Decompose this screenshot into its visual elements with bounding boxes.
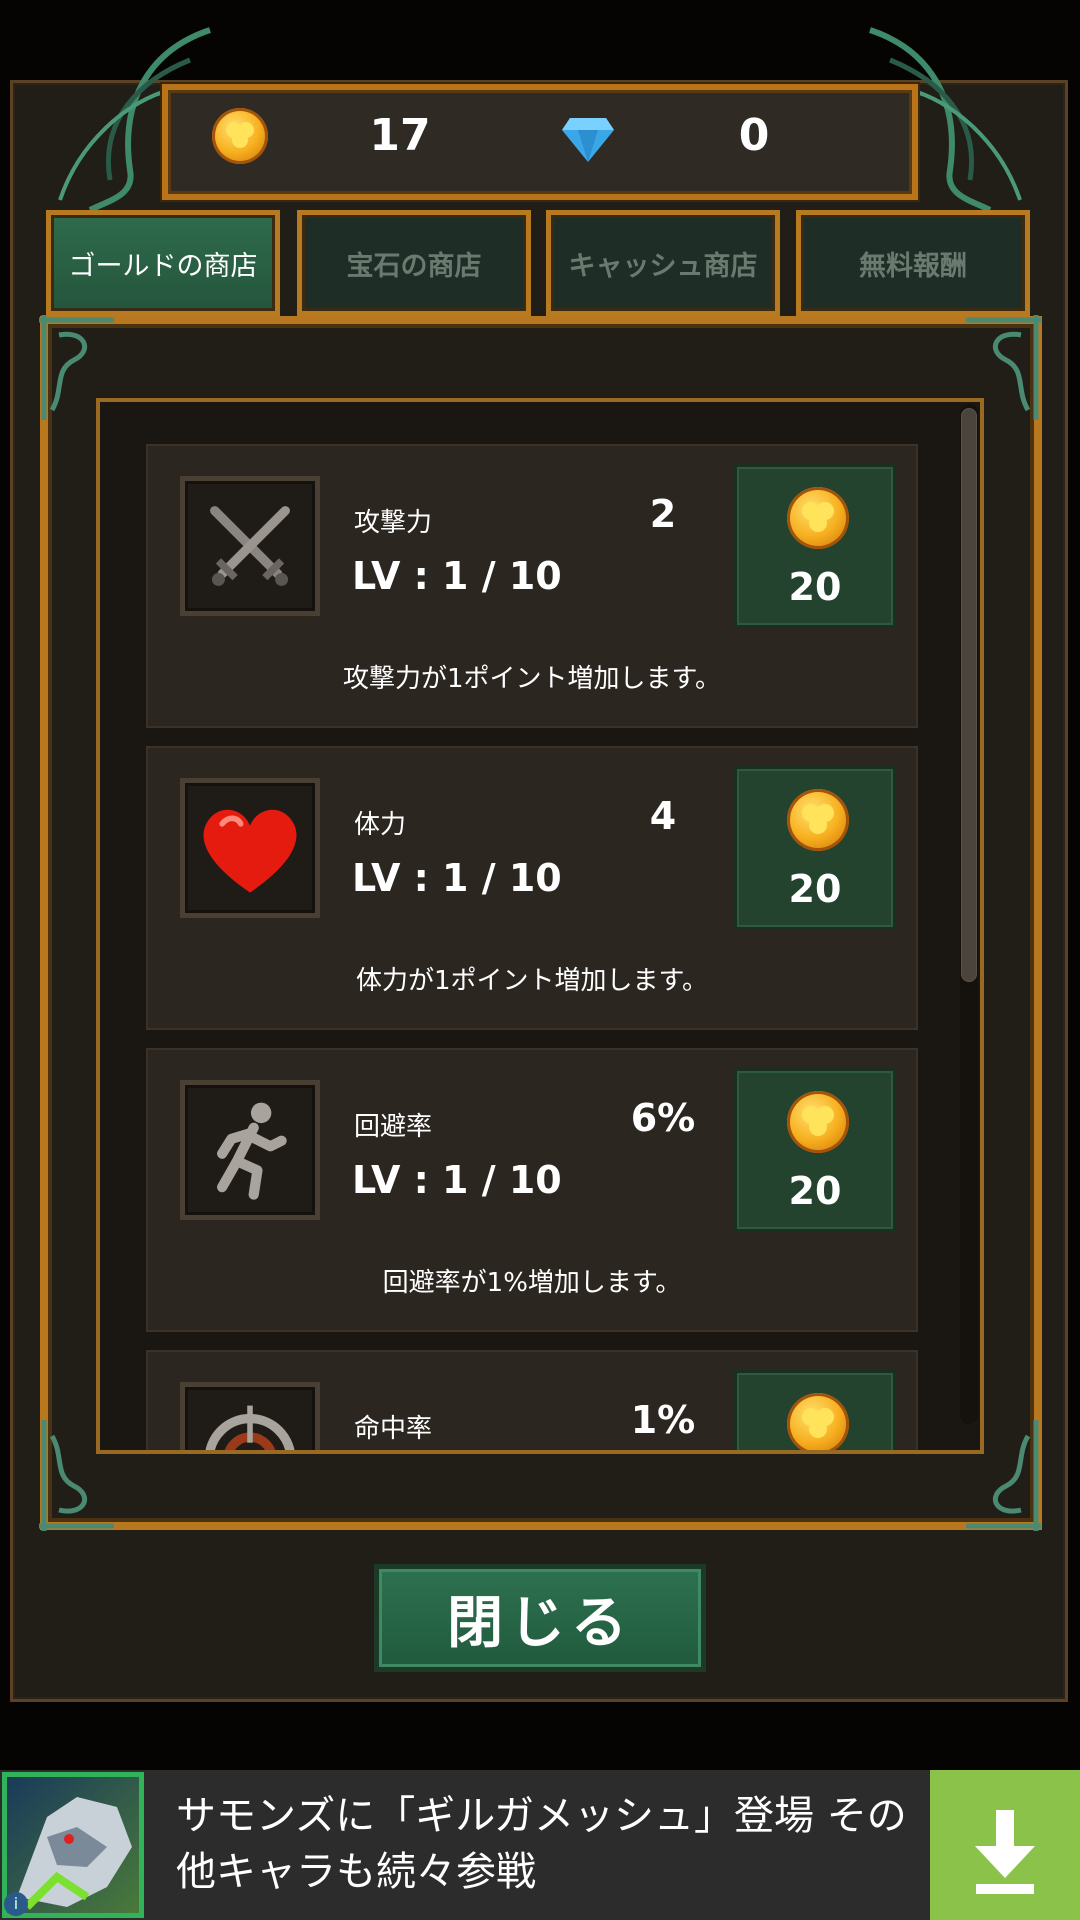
gold-amount: 17 <box>369 110 431 161</box>
item-level: LV : 1 / 10 <box>352 554 562 598</box>
crossed-swords-icon <box>180 476 320 616</box>
tab-free-rewards[interactable]: 無料報酬 <box>796 210 1030 316</box>
item-value: 4 <box>649 794 677 838</box>
item-value: 2 <box>649 492 677 536</box>
info-icon[interactable]: i <box>4 1892 28 1916</box>
tab-gem-shop[interactable]: 宝石の商店 <box>297 210 531 316</box>
diamond-icon <box>562 118 614 162</box>
tab-cash-shop[interactable]: キャッシュ商店 <box>546 210 780 316</box>
target-icon <box>180 1382 320 1450</box>
item-value: 6% <box>630 1096 696 1140</box>
buy-button-attack[interactable]: 20 <box>734 464 896 628</box>
gold-coin-icon <box>787 1091 849 1153</box>
item-name: 命中率 <box>354 1414 433 1444</box>
item-description: 攻撃力が1ポイント増加します。 <box>343 664 721 694</box>
buy-button-accuracy[interactable] <box>734 1370 896 1450</box>
buy-button-evasion[interactable]: 20 <box>734 1068 896 1232</box>
item-name: 攻撃力 <box>354 508 433 538</box>
gold-coin-icon <box>212 108 268 164</box>
shop-item-stamina: 体力 4 LV : 1 / 10 20 体力が1ポイント増加します。 <box>146 746 918 1030</box>
gold-coin-icon <box>787 789 849 851</box>
buy-button-stamina[interactable]: 20 <box>734 766 896 930</box>
heart-icon <box>180 778 320 918</box>
ad-banner[interactable]: サモンズに「ギルガメッシュ」登場 その他キャラも続々参戦 <box>0 1770 1080 1920</box>
item-name: 体力 <box>354 810 407 840</box>
item-price: 20 <box>788 867 842 911</box>
item-level: LV : 1 / 10 <box>352 1158 562 1202</box>
gem-amount: 0 <box>738 110 770 161</box>
item-description: 回避率が1%増加します。 <box>382 1268 682 1298</box>
item-price: 20 <box>788 565 842 609</box>
ad-text[interactable]: サモンズに「ギルガメッシュ」登場 その他キャラも続々参戦 <box>176 1788 916 1900</box>
item-price: 20 <box>788 1169 842 1213</box>
tab-gold-shop[interactable]: ゴールドの商店 <box>46 210 280 316</box>
shop-item-evasion: 回避率 6% LV : 1 / 10 20 回避率が1%増加します。 <box>146 1048 918 1332</box>
item-level: LV : 1 / 10 <box>352 856 562 900</box>
gold-coin-icon <box>787 487 849 549</box>
game-screen: 17 0 ゴールドの商店 宝石の商店 キャッシュ商店 無料報酬 攻撃力 2 LV… <box>0 0 1080 1920</box>
scrollbar-thumb[interactable] <box>961 408 977 982</box>
item-list[interactable]: 攻撃力 2 LV : 1 / 10 20 攻撃力が1ポイント増加します。 体力 … <box>96 398 984 1454</box>
shop-item-attack: 攻撃力 2 LV : 1 / 10 20 攻撃力が1ポイント増加します。 <box>146 444 918 728</box>
shop-item-accuracy: 命中率 1% <box>146 1350 918 1450</box>
download-icon[interactable] <box>930 1770 1080 1920</box>
close-button[interactable]: 閉じる <box>374 1564 706 1672</box>
running-man-icon <box>180 1080 320 1220</box>
gold-coin-icon <box>787 1393 849 1450</box>
currency-bar: 17 0 <box>162 84 918 200</box>
item-value: 1% <box>630 1398 696 1442</box>
item-name: 回避率 <box>354 1112 433 1142</box>
item-description: 体力が1ポイント増加します。 <box>356 966 708 996</box>
